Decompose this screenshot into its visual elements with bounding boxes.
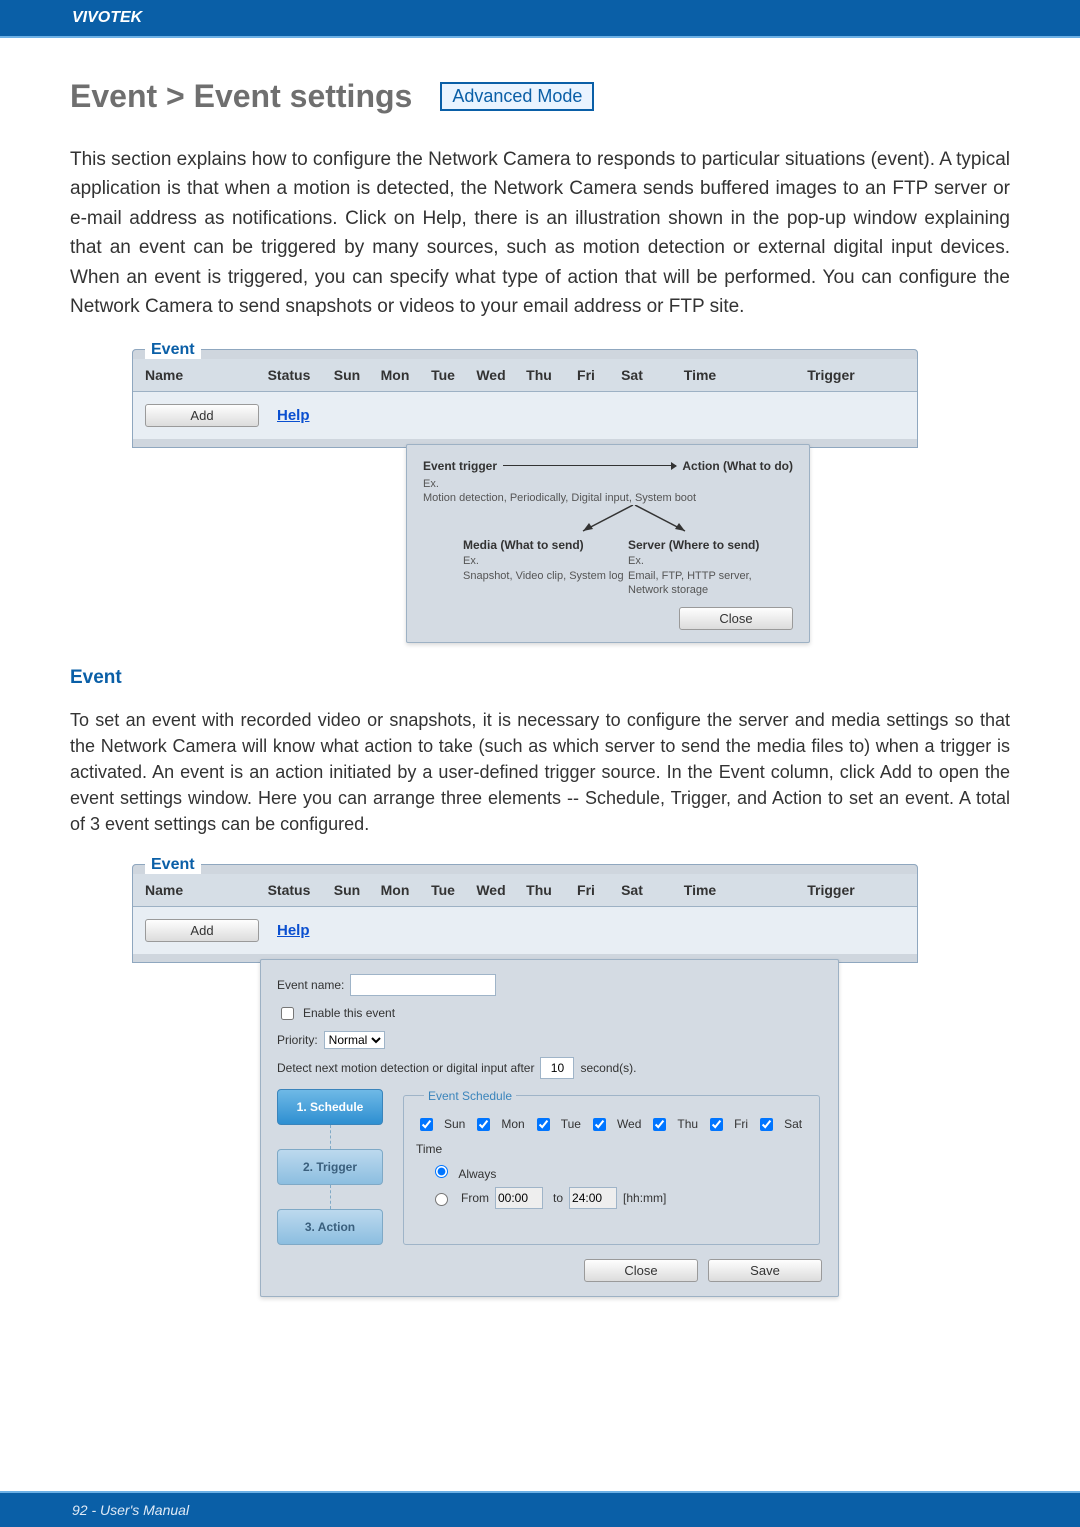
footer-text: 92 - User's Manual [72,1502,189,1518]
col-trigger: Trigger [745,367,917,383]
col-name: Name [145,367,255,383]
diagram-media-ex: Ex. [463,555,479,567]
event-legend-2: Event [145,856,201,874]
event-legend: Event [145,341,201,359]
page-footer: 92 - User's Manual [0,1491,1080,1527]
wizard-steps: 1. Schedule 2. Trigger 3. Action [277,1089,383,1245]
event-table-header-2: Name Status Sun Mon Tue Wed Thu Fri Sat … [133,874,917,907]
col-wed: Wed [467,882,515,898]
mode-chip: Advanced Mode [440,82,594,111]
time-always-radio[interactable] [435,1165,448,1178]
col-mon: Mon [371,367,419,383]
brand-header: VIVOTEK [0,0,1080,38]
day-fri-label: Fri [734,1117,748,1131]
diagram-action-title: Action (What to do) [682,459,793,473]
time-always-label: Always [458,1167,496,1181]
day-thu-label: Thu [677,1117,698,1131]
event-name-label: Event name: [277,978,344,992]
enable-event-checkbox[interactable] [281,1007,294,1020]
step-trigger[interactable]: 2. Trigger [277,1149,383,1185]
col-sat: Sat [609,367,655,383]
fork-arrows-icon [573,505,773,535]
intro-paragraph: This section explains how to configure t… [70,145,1010,322]
time-hhmm-hint: [hh:mm] [623,1191,666,1205]
day-wed-checkbox[interactable] [593,1118,606,1131]
diagram-trigger-ex: Ex. [423,478,439,490]
day-tue-checkbox[interactable] [537,1118,550,1131]
time-to-label: to [553,1191,563,1205]
detect-label-pre: Detect next motion detection or digital … [277,1061,534,1075]
event-schedule-box: Event Schedule Sun Mon Tue Wed Thu Fri S… [403,1089,820,1245]
col-sun: Sun [323,367,371,383]
section-head-event: Event [70,667,1010,689]
settings-close-button[interactable]: Close [584,1259,698,1282]
event-table-header: Name Status Sun Mon Tue Wed Thu Fri Sat … [133,359,917,392]
add-button-2[interactable]: Add [145,919,259,942]
event-panel-settings: Event Name Status Sun Mon Tue Wed Thu Fr… [130,856,920,1297]
col-mon: Mon [371,882,419,898]
day-mon-checkbox[interactable] [477,1118,490,1131]
col-thu: Thu [515,367,563,383]
step-connector-icon [330,1125,331,1149]
col-tue: Tue [419,882,467,898]
settings-save-button[interactable]: Save [708,1259,822,1282]
event-settings-popup: Event name: Enable this event Priority: … [260,959,839,1297]
diagram-server-title: Server (Where to send) [628,538,793,552]
col-trigger: Trigger [745,882,917,898]
event-name-field[interactable] [350,974,496,996]
day-sun-label: Sun [444,1117,465,1131]
detect-seconds-field[interactable] [540,1057,574,1079]
col-name: Name [145,882,255,898]
day-sat-checkbox[interactable] [760,1118,773,1131]
priority-label: Priority: [277,1033,318,1047]
arrow-right-icon [503,465,676,466]
col-sun: Sun [323,882,371,898]
time-from-field[interactable] [495,1187,543,1209]
time-to-field[interactable] [569,1187,617,1209]
day-tue-label: Tue [561,1117,581,1131]
event-panel-overview: Event Name Status Sun Mon Tue Wed Thu Fr… [130,341,920,643]
diagram-trigger-title: Event trigger [423,459,497,473]
day-sun-checkbox[interactable] [420,1118,433,1131]
diagram-server-ex: Ex. [628,555,644,567]
col-status: Status [255,367,323,383]
col-thu: Thu [515,882,563,898]
col-time: Time [655,882,745,898]
day-mon-label: Mon [501,1117,524,1131]
day-fri-checkbox[interactable] [710,1118,723,1131]
detect-label-post: second(s). [580,1061,636,1075]
col-fri: Fri [563,367,609,383]
step-action[interactable]: 3. Action [277,1209,383,1245]
col-tue: Tue [419,367,467,383]
enable-event-label: Enable this event [303,1006,395,1020]
time-from-label: From [461,1191,489,1205]
step-schedule[interactable]: 1. Schedule [277,1089,383,1125]
col-fri: Fri [563,882,609,898]
day-sat-label: Sat [784,1117,802,1131]
step-connector-icon [330,1185,331,1209]
diagram-close-button[interactable]: Close [679,607,793,630]
col-sat: Sat [609,882,655,898]
diagram-media-sub: Snapshot, Video clip, System log [463,570,624,582]
add-button[interactable]: Add [145,404,259,427]
body-paragraph-2: To set an event with recorded video or s… [70,707,1010,837]
col-time: Time [655,367,745,383]
day-checkbox-row: Sun Mon Tue Wed Thu Fri Sat [416,1115,807,1134]
col-wed: Wed [467,367,515,383]
day-thu-checkbox[interactable] [653,1118,666,1131]
time-label: Time [416,1142,807,1156]
page-title: Event > Event settings [70,78,412,115]
help-link-2[interactable]: Help [277,922,310,939]
diagram-popup: Event trigger Action (What to do) Ex. Mo… [406,444,810,643]
diagram-server-sub: Email, FTP, HTTP server, Network storage [628,570,752,596]
diagram-media-title: Media (What to send) [463,538,628,552]
help-link[interactable]: Help [277,407,310,424]
time-from-radio[interactable] [435,1193,448,1206]
priority-select[interactable]: Normal [324,1031,385,1049]
col-status: Status [255,882,323,898]
brand-name: VIVOTEK [72,9,142,26]
schedule-legend: Event Schedule [424,1089,516,1103]
day-wed-label: Wed [617,1117,641,1131]
diagram-trigger-sub: Motion detection, Periodically, Digital … [423,492,696,504]
